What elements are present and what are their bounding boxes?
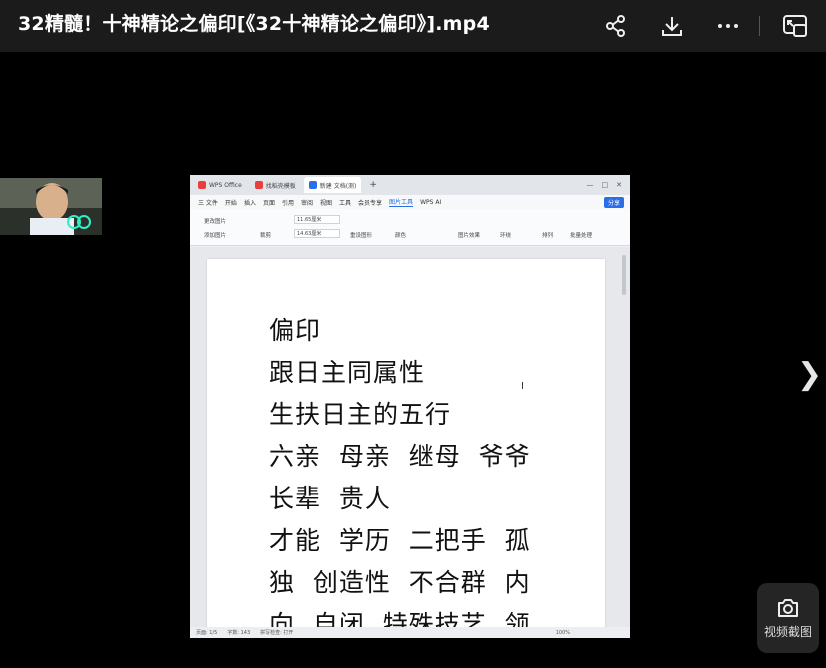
ribbon-tab-page[interactable]: 页面 xyxy=(263,198,275,207)
more-icon[interactable] xyxy=(707,6,749,46)
tab-document[interactable]: 新建 文档(测) xyxy=(303,177,362,193)
minimize-icon[interactable]: — xyxy=(587,181,594,189)
camera-icon xyxy=(778,598,798,617)
doc-line: 才能 学历 二把手 孤 xyxy=(269,526,531,555)
wps-tab-bar: WPS Office 找稻壳模板 新建 文档(测) + — □ ✕ xyxy=(190,175,630,195)
doc-icon xyxy=(308,181,317,189)
screenshot-label: 视频截图 xyxy=(763,624,812,639)
doc-line: 生扶日主的五行 xyxy=(269,400,452,429)
tab-label: 新建 文档(测) xyxy=(319,182,357,190)
video-title: 32精髓！十神精论之偏印[《32十神精论之偏印》].mp4 xyxy=(18,13,490,35)
wps-window: WPS Office 找稻壳模板 新建 文档(测) + — □ ✕ 三 文件 开… xyxy=(190,175,630,638)
color-button[interactable]: 颜色 xyxy=(395,231,406,239)
width-input[interactable]: 11.65厘米 xyxy=(294,215,340,224)
tab-wps-office[interactable]: WPS Office xyxy=(193,177,247,193)
share-icon[interactable] xyxy=(595,6,637,46)
tab-label: 找稻壳模板 xyxy=(265,182,296,190)
zoom-level[interactable]: 100% xyxy=(556,630,570,636)
batch-button[interactable]: 批量处理 xyxy=(570,231,592,239)
replace-image-button[interactable]: 更改图片 xyxy=(204,217,226,225)
tab-label: WPS Office xyxy=(209,181,242,189)
doc-line: 偏印 xyxy=(269,316,322,345)
screenshot-button[interactable]: 视频截图 xyxy=(757,583,819,653)
toolbar-divider xyxy=(759,16,760,36)
template-icon xyxy=(254,181,263,189)
height-input[interactable]: 14.63厘米 xyxy=(294,229,340,238)
doc-line: 独 创造性 不合群 内 xyxy=(269,568,531,597)
player-top-bar: 32精髓！十神精论之偏印[《32十神精论之偏印》].mp4 xyxy=(0,0,826,52)
download-icon[interactable] xyxy=(651,6,693,46)
ribbon-tab-reference[interactable]: 引用 xyxy=(282,198,294,207)
tab-templates[interactable]: 找稻壳模板 xyxy=(250,177,301,193)
reset-button[interactable]: 重设图形 xyxy=(350,231,372,239)
status-bar: 页面: 1/5 字数: 143 拼写检查: 打开 100% xyxy=(190,627,630,638)
arrange-button[interactable]: 排列 xyxy=(542,231,553,239)
doc-line: 跟日主同属性 xyxy=(269,358,426,387)
spell-check[interactable]: 拼写检查: 打开 xyxy=(260,629,293,636)
ribbon-tab-bar: 三 文件 开始 插入 页面 引用 审阅 视图 工具 会员专享 图片工具 WPS … xyxy=(190,195,630,209)
doc-line: 六亲 母亲 继母 爷爷 xyxy=(269,442,531,471)
ribbon-tab-tools[interactable]: 工具 xyxy=(339,198,351,207)
picture-toolbar: 更改图片 添加图片 裁剪 11.65厘米 14.63厘米 重设图形 颜色 图片效… xyxy=(190,209,630,246)
ribbon-tab-file[interactable]: 三 文件 xyxy=(198,198,218,207)
word-count: 字数: 143 xyxy=(227,630,251,636)
top-actions xyxy=(581,6,816,46)
ribbon-tab-wps-ai[interactable]: WPS AI xyxy=(420,199,441,206)
document-area: 偏印 跟日主同属性 生扶日主的五行 六亲 母亲 继母 爷爷 长辈 贵人 才能 学… xyxy=(190,247,630,638)
maximize-icon[interactable]: □ xyxy=(602,181,609,189)
doc-line: 长辈 贵人 xyxy=(269,484,391,513)
width-value: 11.65厘米 xyxy=(297,217,322,223)
page-count: 页面: 1/5 xyxy=(196,630,218,636)
add-image-button[interactable]: 添加图片 xyxy=(204,231,226,239)
close-icon[interactable]: ✕ xyxy=(616,181,622,189)
pip-icon[interactable] xyxy=(774,6,816,46)
window-controls: — □ ✕ xyxy=(587,181,631,189)
ribbon-tab-insert[interactable]: 插入 xyxy=(244,198,256,207)
webcam-overlay xyxy=(0,178,102,235)
height-value: 14.63厘米 xyxy=(297,231,322,237)
ribbon-tab-review[interactable]: 审阅 xyxy=(301,198,313,207)
effects-button[interactable]: 图片效果 xyxy=(458,231,480,239)
wrap-button[interactable]: 环绕 xyxy=(500,231,511,239)
ribbon-tab-member[interactable]: 会员专享 xyxy=(358,198,382,207)
ribbon-tab-picture-tools[interactable]: 图片工具 xyxy=(389,197,414,207)
vertical-scrollbar[interactable] xyxy=(622,255,626,295)
new-tab-button[interactable]: + xyxy=(364,177,382,193)
next-video-arrow-icon[interactable]: ❯ xyxy=(797,357,822,392)
crop-button[interactable]: 裁剪 xyxy=(260,231,271,239)
document-page[interactable]: 偏印 跟日主同属性 生扶日主的五行 六亲 母亲 继母 爷爷 长辈 贵人 才能 学… xyxy=(207,259,605,638)
ribbon-tab-view[interactable]: 视图 xyxy=(320,198,332,207)
wps-logo-icon xyxy=(198,181,206,189)
ribbon-tab-home[interactable]: 开始 xyxy=(225,198,237,207)
text-cursor-icon: I xyxy=(521,381,524,392)
share-button[interactable]: 分享 xyxy=(603,196,624,208)
